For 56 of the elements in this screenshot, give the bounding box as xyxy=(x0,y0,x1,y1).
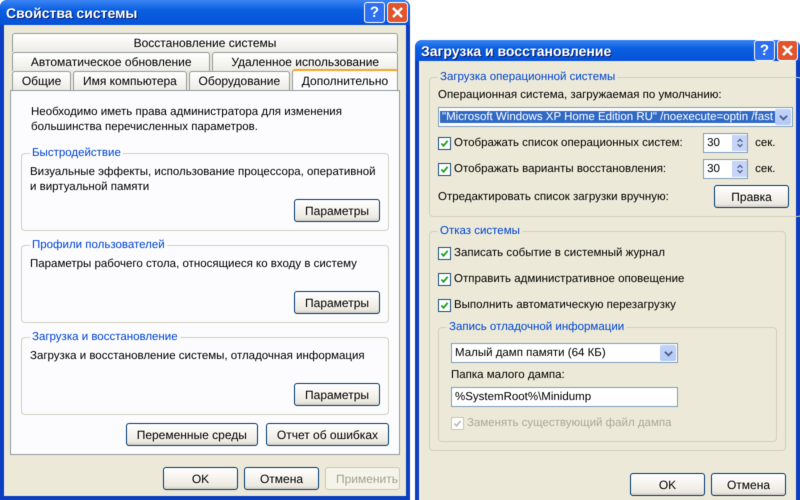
dialog-button[interactable]: Отмена xyxy=(711,473,786,496)
tab[interactable]: Оборудование xyxy=(188,71,290,90)
group-title: Загрузка операционной системы xyxy=(439,71,616,83)
checkbox[interactable] xyxy=(438,136,451,150)
checkbox[interactable] xyxy=(438,162,451,176)
group-description: Загрузка и восстановление системы, отладочная информация xyxy=(30,349,366,364)
tab[interactable]: Восстановление системы xyxy=(12,33,398,52)
close-icon[interactable] xyxy=(777,40,798,61)
tab[interactable]: Общие xyxy=(12,71,72,90)
checkbox-label: Отображать варианты восстановления: xyxy=(454,163,666,175)
checkbox-label: Отображать список операционных систем: xyxy=(454,137,683,149)
spin-arrows-icon[interactable] xyxy=(732,161,748,177)
panel-button[interactable]: Отчет об ошибках xyxy=(266,423,389,446)
group-title: Отказ системы xyxy=(439,225,521,237)
tab[interactable]: Имя компьютера xyxy=(73,71,187,90)
spin-field[interactable]: 30 xyxy=(703,159,748,179)
checkbox-label: Заменять существующий файл дампа xyxy=(467,417,672,429)
edit-button[interactable]: Правка xyxy=(714,185,790,208)
spin-arrows-icon[interactable] xyxy=(732,135,748,151)
group-title: Профили пользователей xyxy=(31,239,166,251)
settings-button[interactable]: Параметры xyxy=(294,199,380,222)
group-title: Загрузка и восстановление xyxy=(31,331,179,343)
settings-button[interactable]: Параметры xyxy=(294,291,380,314)
checkbox-label: Отправить административное оповещение xyxy=(454,273,684,285)
checkbox[interactable] xyxy=(438,298,451,312)
group-description: Визуальные эффекты, использование процессора, оперативной и виртуальной памяти xyxy=(30,165,377,195)
field-label: Папка малого дампа: xyxy=(451,369,566,381)
os-dropdown[interactable]: "Microsoft Windows XP Home Edition RU" /noexecute=optin /fast xyxy=(438,107,794,127)
tab[interactable]: Автоматическое обновление xyxy=(12,52,210,71)
panel-button[interactable]: Переменные среды xyxy=(126,423,258,446)
group-description: Параметры рабочего стола, относящиеся ко входу в систему xyxy=(30,257,358,272)
window-title: Свойства системы xyxy=(5,4,138,20)
dialog-button[interactable]: Отмена xyxy=(244,467,319,490)
field-label: Отредактировать список загрузки вручную: xyxy=(438,190,669,202)
checkbox[interactable] xyxy=(438,272,451,286)
window-title: Загрузка и восстановление xyxy=(420,42,612,58)
group-title: Быстродействие xyxy=(31,147,122,159)
dump-dropdown[interactable]: Малый дамп памяти (64 КБ) xyxy=(451,343,678,363)
settings-button[interactable]: Параметры xyxy=(294,383,380,406)
help-button[interactable]: ? xyxy=(364,2,385,23)
help-button[interactable]: ? xyxy=(754,40,775,61)
field-label: Операционная система, загружаемая по умолчанию: xyxy=(438,89,723,101)
checkbox-label: Записать событие в системный журнал xyxy=(454,247,665,259)
dialog-button[interactable]: OK xyxy=(163,467,238,490)
checkbox[interactable] xyxy=(438,246,451,260)
group-title: Запись отладочной информации xyxy=(448,321,626,333)
unit-label: сек. xyxy=(754,163,776,175)
folder-field[interactable]: %SystemRoot%\Minidump xyxy=(451,387,678,407)
tab[interactable]: Дополнительно xyxy=(292,69,398,90)
intro-text: Необходимо иметь права администратора для изменения большинства перечисленных параметров. xyxy=(31,105,343,135)
tab[interactable]: Удаленное использование xyxy=(212,52,398,71)
unit-label: сек. xyxy=(754,137,776,149)
spin-field[interactable]: 30 xyxy=(703,133,748,153)
checkbox-label: Выполнить автоматическую перезагрузку xyxy=(454,299,676,311)
close-icon[interactable] xyxy=(387,2,408,23)
dialog-button[interactable]: OK xyxy=(630,473,705,496)
